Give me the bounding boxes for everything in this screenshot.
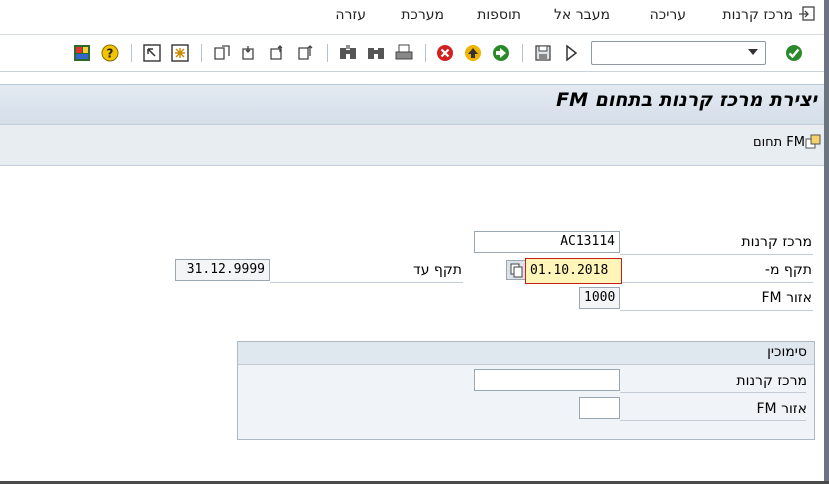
print-icon[interactable] — [394, 43, 414, 63]
find-next-icon[interactable] — [338, 43, 358, 63]
menu-exit-icon[interactable] — [797, 5, 817, 23]
back-icon[interactable] — [491, 43, 511, 63]
page-title: יצירת מרכז קרנות בתחום FM — [556, 89, 817, 111]
help-icon[interactable]: ? — [100, 43, 120, 63]
menu-extras[interactable]: תוספות — [477, 7, 521, 23]
valid-from-input[interactable]: 01.10.2018 — [525, 258, 622, 284]
first-page-icon[interactable] — [296, 43, 316, 63]
fund-center-label: מרכז קרנות — [741, 234, 812, 250]
label-underline — [270, 282, 463, 283]
toolbar-separator — [522, 44, 523, 62]
svg-text:?: ? — [107, 47, 114, 61]
next-page-icon[interactable] — [240, 43, 260, 63]
new-session-icon[interactable] — [170, 43, 190, 63]
window-edge — [824, 0, 829, 484]
menu-fund-center[interactable]: מרכז קרנות — [722, 7, 793, 23]
enter-icon[interactable] — [784, 43, 804, 63]
save-icon[interactable] — [533, 43, 553, 63]
label-underline — [620, 420, 806, 421]
menu-goto[interactable]: מעבר אל — [554, 7, 610, 23]
find-icon[interactable] — [366, 43, 386, 63]
command-field[interactable] — [591, 41, 766, 65]
valid-from-label: תקף מ- — [764, 262, 812, 278]
execute-icon[interactable] — [561, 43, 581, 63]
label-underline — [620, 282, 813, 283]
reference-title: סימוכין — [767, 344, 807, 360]
last-page-icon[interactable] — [212, 43, 232, 63]
fm-area-label: אזור FM — [761, 290, 812, 306]
valid-to-label: תקף עד — [413, 262, 462, 278]
chevron-down-icon[interactable] — [748, 49, 758, 55]
toolbar-separator — [201, 44, 202, 62]
toolbar-separator — [327, 44, 328, 62]
menu-edit[interactable]: עריכה — [650, 7, 686, 23]
customize-layout-icon[interactable] — [72, 43, 92, 63]
ref-fund-center-input[interactable] — [474, 369, 620, 391]
label-underline — [620, 310, 813, 311]
copy-icon[interactable] — [506, 260, 526, 280]
exit-icon[interactable] — [463, 43, 483, 63]
fm-area-icon[interactable] — [805, 134, 821, 150]
generate-shortcut-icon[interactable] — [142, 43, 162, 63]
fm-area-input[interactable]: 1000 — [579, 287, 620, 309]
menu-help[interactable]: עזרה — [335, 7, 366, 23]
fm-area-button[interactable]: תחום FM — [753, 135, 805, 150]
reference-group-header — [238, 342, 814, 365]
ref-fm-area-input[interactable] — [579, 397, 620, 419]
ref-fm-area-label: אזור FM — [756, 401, 807, 417]
label-underline — [620, 254, 813, 255]
label-underline — [620, 392, 806, 393]
toolbar-separator — [131, 44, 132, 62]
valid-to-input[interactable]: 31.12.9999 — [175, 259, 270, 281]
fund-center-input[interactable]: AC13114 — [474, 231, 620, 253]
ref-fund-center-label: מרכז קרנות — [736, 373, 807, 389]
menu-system[interactable]: מערכת — [401, 7, 444, 23]
previous-page-icon[interactable] — [268, 43, 288, 63]
application-toolbar — [0, 124, 829, 166]
toolbar-separator — [425, 44, 426, 62]
cancel-icon[interactable] — [435, 43, 455, 63]
